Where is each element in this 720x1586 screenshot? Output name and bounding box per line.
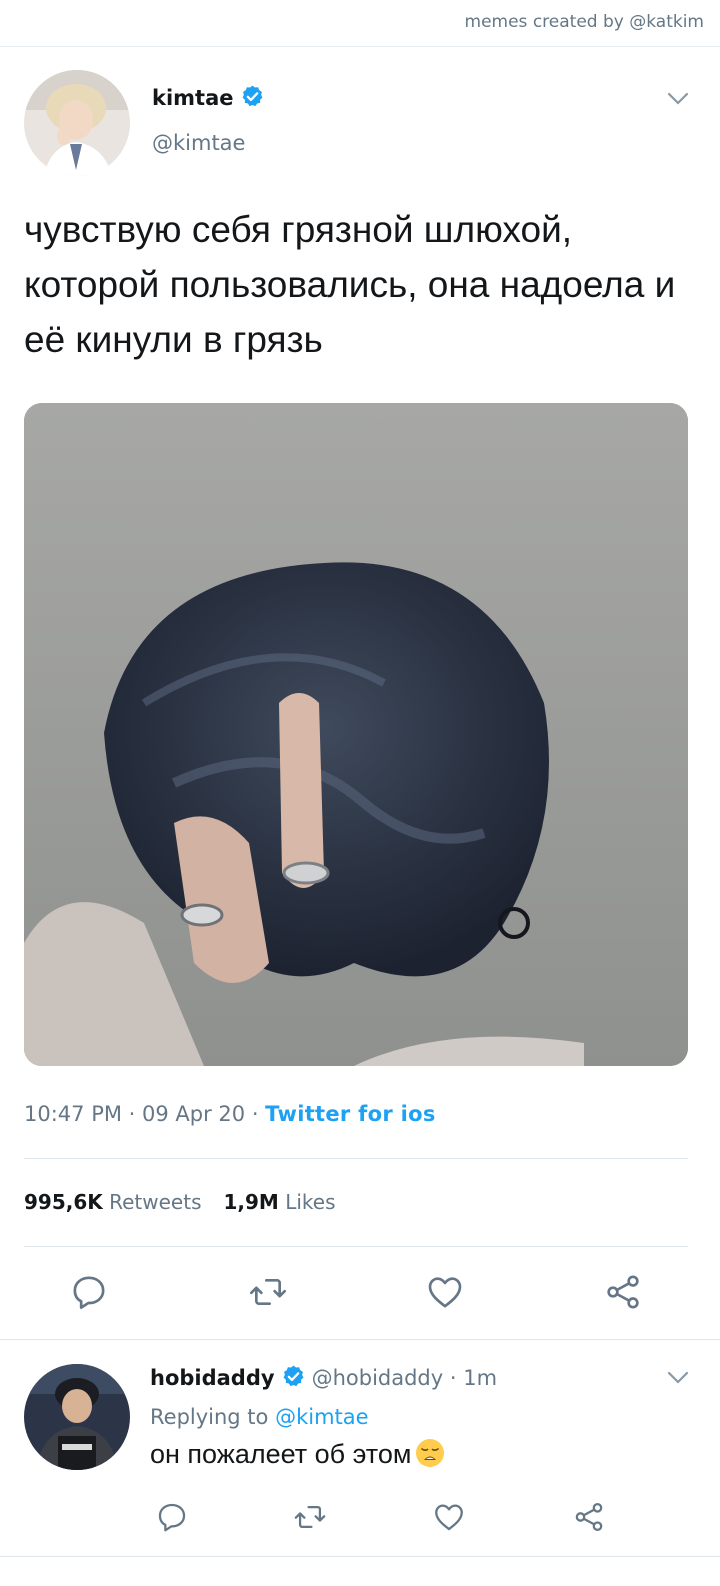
chevron-down-icon[interactable]	[667, 1371, 689, 1385]
retweets-label: Retweets	[109, 1190, 202, 1214]
credit-text: memes created by @katkim	[464, 12, 704, 32]
meta-separator: ·	[245, 1102, 266, 1126]
likes-stat[interactable]: 1,9M Likes	[224, 1190, 336, 1214]
share-icon[interactable]	[603, 1272, 643, 1312]
reply-author-avatar[interactable]	[24, 1364, 130, 1470]
reply-header: hobidaddy @hobidaddy · 1m	[150, 1364, 497, 1390]
reply-author-handle[interactable]: @hobidaddy	[312, 1366, 444, 1390]
author-name-text: kimtae	[152, 86, 234, 110]
weary-face-emoji	[416, 1439, 445, 1467]
retweet-icon[interactable]	[293, 1500, 327, 1534]
reply-time: 1m	[463, 1366, 498, 1390]
retweet-icon[interactable]	[248, 1272, 288, 1312]
section-divider	[0, 1556, 720, 1557]
tweet-time: 10:47 PM	[24, 1102, 122, 1126]
like-icon[interactable]	[425, 1272, 465, 1312]
retweets-count: 995,6K	[24, 1190, 103, 1214]
likes-count: 1,9M	[223, 1190, 279, 1214]
author-handle[interactable]: @kimtae	[152, 131, 245, 155]
tweet-media-image[interactable]	[24, 403, 688, 1066]
replying-to-link[interactable]: @kimtae	[275, 1405, 368, 1429]
reply-text-line: он пожалеет об этом	[150, 1438, 445, 1470]
replying-to-line: Replying to @kimtae	[150, 1405, 369, 1429]
verified-badge-icon	[283, 1365, 303, 1387]
retweets-stat[interactable]: 995,6K Retweets	[24, 1190, 202, 1214]
divider	[24, 1246, 688, 1247]
section-divider	[0, 1339, 720, 1340]
share-icon[interactable]	[572, 1500, 606, 1534]
author-name[interactable]: kimtae	[152, 84, 265, 110]
chevron-down-icon[interactable]	[667, 92, 689, 106]
divider	[24, 1158, 688, 1159]
tweet-meta: 10:47 PM · 09 Apr 20 · Twitter for ios	[24, 1102, 436, 1126]
reply-icon[interactable]	[155, 1500, 189, 1534]
tweet-stats: 995,6K Retweets 1,9M Likes	[24, 1190, 336, 1214]
tweet-text: чувствую себя грязной шлюхой, которой по…	[24, 209, 676, 360]
verified-badge-icon	[242, 85, 262, 107]
reply-text: он пожалеет об этом	[150, 1439, 412, 1469]
reply-author-name[interactable]: hobidaddy	[150, 1366, 275, 1390]
author-avatar[interactable]	[24, 70, 130, 176]
credit-bar: memes created by @katkim	[0, 0, 720, 47]
meta-separator: ·	[121, 1102, 143, 1126]
tweet-source-link[interactable]: Twitter for ios	[265, 1102, 435, 1126]
replying-prefix: Replying to	[150, 1405, 269, 1429]
reply-icon[interactable]	[69, 1272, 109, 1312]
meta-separator: ·	[443, 1366, 464, 1390]
tweet-date: 09 Apr 20	[142, 1102, 246, 1126]
like-icon[interactable]	[432, 1500, 466, 1534]
likes-label: Likes	[285, 1190, 336, 1214]
